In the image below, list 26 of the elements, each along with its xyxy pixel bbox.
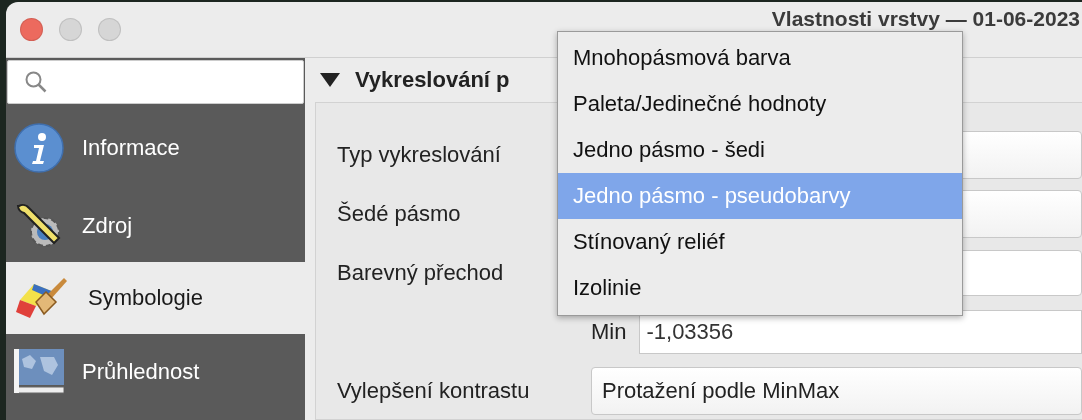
collapse-triangle-icon[interactable] bbox=[319, 72, 341, 88]
field-label: Barevný přechod bbox=[337, 259, 505, 286]
section-title: Vykreslování p bbox=[355, 67, 510, 93]
menu-item[interactable]: Jedno pásmo - šedi bbox=[558, 127, 962, 173]
search-icon bbox=[24, 70, 48, 94]
menu-item[interactable]: Paleta/Jedinečné hodnoty bbox=[558, 81, 962, 127]
sidebar-item-label: Informace bbox=[82, 134, 180, 161]
close-button[interactable] bbox=[20, 18, 43, 41]
sidebar-item-label: Průhlednost bbox=[82, 359, 200, 385]
sidebar-item[interactable]: Symbologie bbox=[6, 262, 305, 334]
menu-item[interactable]: Stínovaný reliéf bbox=[558, 219, 962, 265]
field-label: Min bbox=[591, 318, 627, 345]
menu-item[interactable]: Izolinie bbox=[558, 265, 962, 311]
search-field[interactable] bbox=[7, 60, 304, 104]
window-title: Vlastnosti vrstvy — 01-06-2023 bbox=[771, 7, 1080, 31]
field-label: Vylepšení kontrastu bbox=[337, 377, 531, 404]
paint-brush-icon bbox=[14, 276, 70, 320]
zoom-button[interactable] bbox=[98, 18, 121, 41]
info-icon bbox=[14, 122, 64, 173]
menu-item[interactable]: Mnohopásmová barva bbox=[558, 35, 962, 81]
map-icon bbox=[14, 349, 64, 395]
field-label: Šedé pásmo bbox=[337, 200, 462, 227]
combo-box[interactable]: Protažení podle MinMax bbox=[591, 366, 1082, 415]
sidebar-item-label: Symbologie bbox=[88, 285, 203, 311]
minimize-button[interactable] bbox=[59, 18, 82, 41]
sidebar-item-label: Zdroj bbox=[82, 213, 133, 239]
